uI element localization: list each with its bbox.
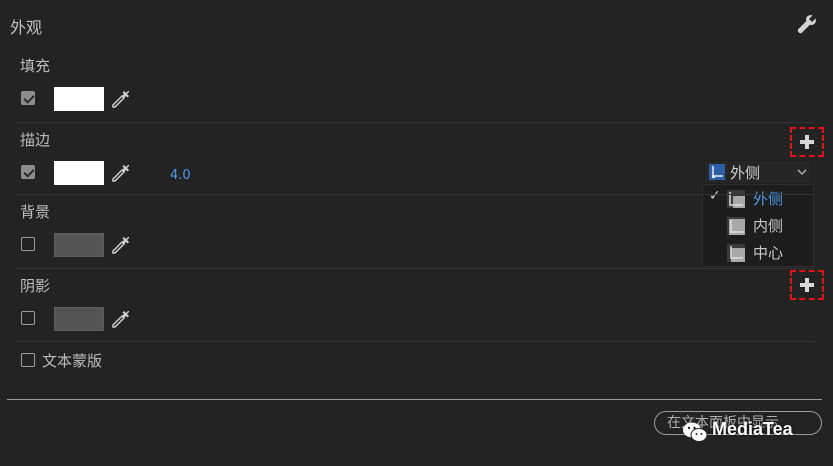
footer-divider [7, 399, 822, 400]
stroke-position-select[interactable]: 外侧 [704, 160, 812, 184]
eyedropper-icon[interactable] [110, 162, 132, 184]
stroke-inside-icon [727, 217, 745, 235]
wrench-icon[interactable] [795, 12, 819, 36]
eyedropper-icon[interactable] [110, 308, 132, 330]
fill-section-label: 填充 [20, 57, 51, 75]
stroke-position-menu: ✓ 外侧 内侧 中心 [702, 184, 814, 267]
eyedropper-icon[interactable] [110, 88, 132, 110]
shadow-section-label: 阴影 [20, 277, 51, 295]
shadow-checkbox[interactable] [21, 311, 35, 325]
section-divider [14, 194, 814, 195]
background-color-swatch[interactable] [54, 233, 104, 257]
section-divider [14, 341, 814, 342]
checkmark-icon: ✓ [709, 188, 721, 204]
add-stroke-button[interactable] [790, 127, 824, 157]
eyedropper-icon[interactable] [110, 234, 132, 256]
stroke-color-swatch[interactable] [54, 161, 104, 185]
stroke-position-selected-label: 外侧 [730, 164, 761, 182]
menu-item-label: 中心 [753, 244, 784, 262]
stroke-section-label: 描边 [20, 131, 51, 149]
background-checkbox[interactable] [21, 237, 35, 251]
menu-item-inside[interactable]: 内侧 [703, 213, 813, 239]
plus-icon [800, 135, 814, 149]
chevron-down-icon [797, 169, 807, 175]
menu-item-outside[interactable]: ✓ 外侧 [703, 186, 813, 212]
menu-item-label: 内侧 [753, 217, 784, 235]
stroke-outside-icon [727, 190, 745, 208]
watermark-text: MediaTea [712, 419, 793, 439]
background-section-label: 背景 [20, 203, 51, 221]
watermark: MediaTea [682, 418, 830, 444]
stroke-outside-icon [709, 164, 725, 180]
text-mask-checkbox[interactable] [21, 353, 35, 367]
stroke-center-icon [727, 244, 745, 262]
section-divider [14, 268, 814, 269]
text-mask-label: 文本蒙版 [42, 352, 103, 370]
panel-title: 外观 [10, 18, 43, 37]
add-shadow-button[interactable] [790, 270, 824, 300]
menu-item-label: 外侧 [753, 190, 784, 208]
stroke-width-value[interactable]: 4.0 [170, 168, 191, 183]
menu-item-center[interactable]: 中心 [703, 240, 813, 266]
wechat-icon [683, 422, 708, 442]
shadow-color-swatch[interactable] [54, 307, 104, 331]
fill-checkbox[interactable] [21, 91, 35, 105]
plus-icon [800, 278, 814, 292]
fill-color-swatch[interactable] [54, 87, 104, 111]
section-divider [14, 122, 814, 123]
stroke-checkbox[interactable] [21, 165, 35, 179]
